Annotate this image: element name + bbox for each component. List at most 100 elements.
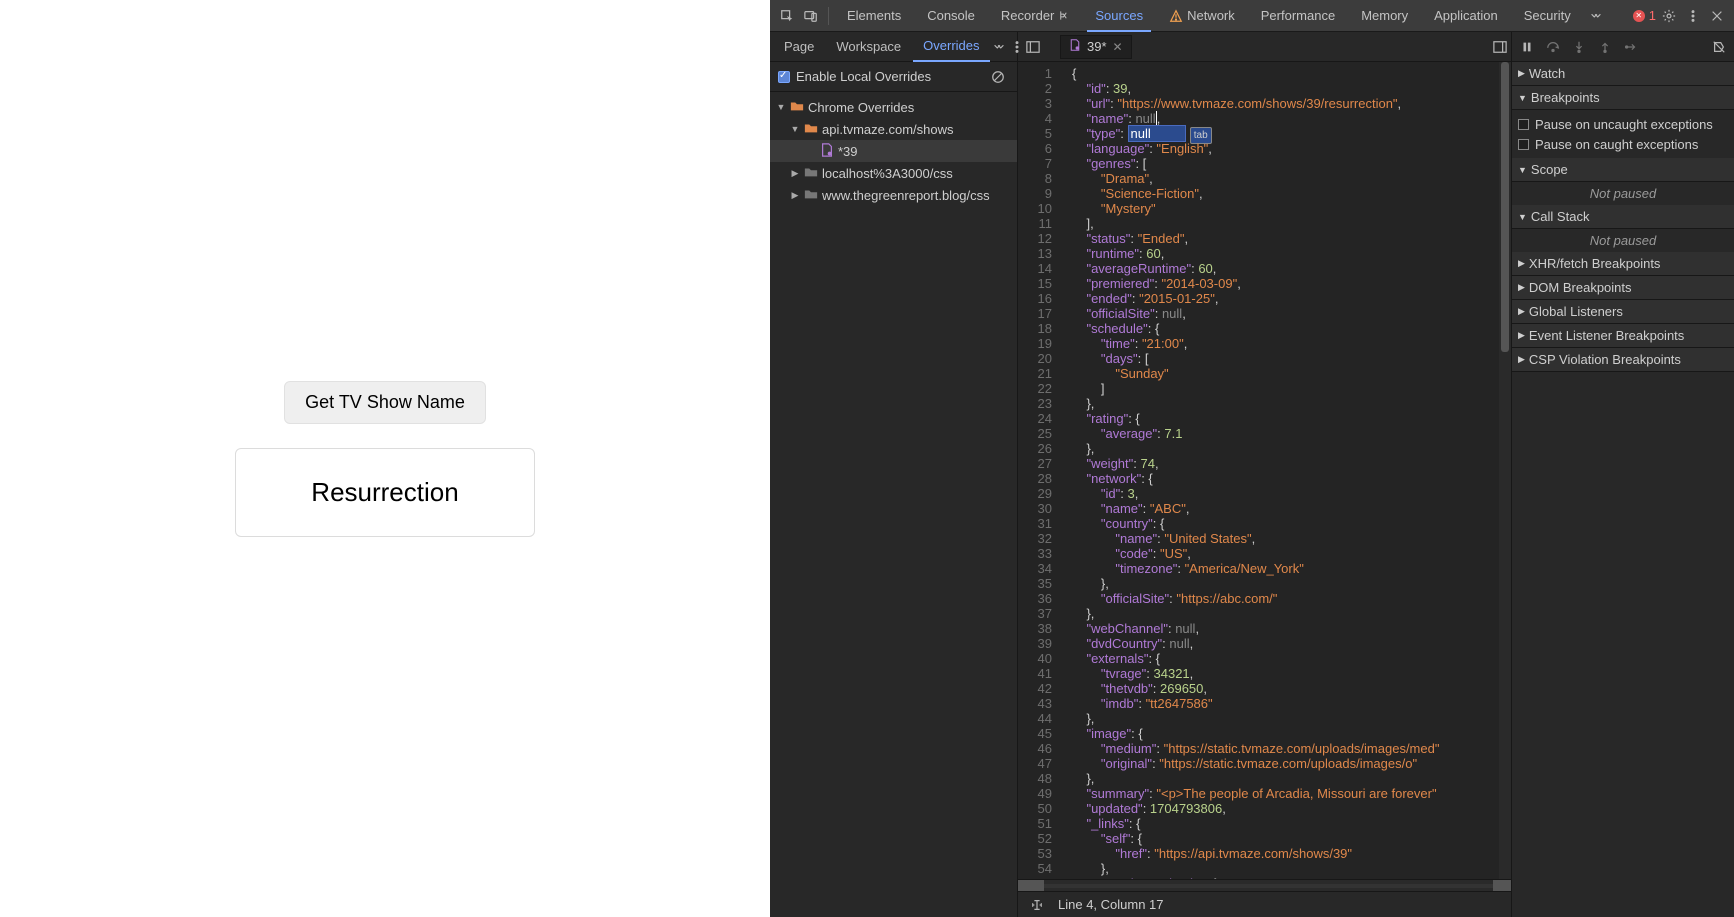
code-line: "tvrage": 34321, bbox=[1072, 666, 1439, 681]
code-line: "imdb": "tt2647586" bbox=[1072, 696, 1439, 711]
step-into-icon[interactable] bbox=[1568, 36, 1590, 58]
code-line: "language": "English", bbox=[1072, 141, 1439, 156]
section-watch[interactable]: ▶Watch bbox=[1512, 62, 1734, 86]
section-dom[interactable]: ▶DOM Breakpoints bbox=[1512, 276, 1734, 300]
code-line: "updated": 1704793806, bbox=[1072, 801, 1439, 816]
inspect-icon[interactable] bbox=[776, 5, 798, 27]
code-line: "status": "Ended", bbox=[1072, 231, 1439, 246]
section-event[interactable]: ▶Event Listener Breakpoints bbox=[1512, 324, 1734, 348]
pause-uncaught-checkbox-row[interactable]: Pause on uncaught exceptions bbox=[1518, 114, 1728, 134]
tree-localhost[interactable]: ▶ localhost%3A3000/css bbox=[770, 162, 1017, 184]
section-callstack[interactable]: ▼Call Stack bbox=[1512, 205, 1734, 229]
code-editor[interactable]: 1234567891011121314151617181920212223242… bbox=[1018, 62, 1511, 879]
enable-overrides-row: Enable Local Overrides bbox=[770, 62, 1017, 92]
tree-root[interactable]: ▼ Chrome Overrides bbox=[770, 96, 1017, 118]
code-line: "Mystery" bbox=[1072, 201, 1439, 216]
step-out-icon[interactable] bbox=[1594, 36, 1616, 58]
code-line: "network": { bbox=[1072, 471, 1439, 486]
code-line: "Science-Fiction", bbox=[1072, 186, 1439, 201]
close-devtools-icon[interactable] bbox=[1706, 5, 1728, 27]
code-line: "id": 39, bbox=[1072, 81, 1439, 96]
nav-tab-overrides[interactable]: Overrides bbox=[913, 32, 989, 62]
deactivate-breakpoints-icon[interactable] bbox=[1708, 36, 1730, 58]
get-show-button[interactable]: Get TV Show Name bbox=[284, 381, 486, 424]
debugger-pane: ▶Watch ▼Breakpoints Pause on uncaught ex… bbox=[1512, 32, 1734, 917]
code-line: "type": nulltab bbox=[1072, 126, 1439, 141]
code-line: "code": "US", bbox=[1072, 546, 1439, 561]
code-line: "url": "https://www.tvmaze.com/shows/39/… bbox=[1072, 96, 1439, 111]
code-line: "dvdCountry": null, bbox=[1072, 636, 1439, 651]
linecol-label: Line 4, Column 17 bbox=[1058, 897, 1164, 912]
section-global[interactable]: ▶Global Listeners bbox=[1512, 300, 1734, 324]
folder-icon bbox=[804, 187, 818, 204]
code-line: }, bbox=[1072, 576, 1439, 591]
step-over-icon[interactable] bbox=[1542, 36, 1564, 58]
section-breakpoints[interactable]: ▼Breakpoints bbox=[1512, 86, 1734, 110]
tab-network[interactable]: Network bbox=[1157, 0, 1247, 32]
pause-caught-checkbox[interactable] bbox=[1518, 139, 1529, 150]
horizontal-scrollbar[interactable] bbox=[1018, 879, 1511, 891]
enable-overrides-checkbox[interactable] bbox=[778, 71, 790, 83]
tree-domain-label: api.tvmaze.com/shows bbox=[822, 122, 954, 137]
code-line: "timezone": "America/New_York" bbox=[1072, 561, 1439, 576]
nav-tab-page[interactable]: Page bbox=[774, 32, 824, 62]
error-badge[interactable]: 1 bbox=[1633, 8, 1656, 23]
code-line: "officialSite": "https://abc.com/" bbox=[1072, 591, 1439, 606]
editor-tab-label: 39* bbox=[1087, 39, 1107, 54]
code-line: }, bbox=[1072, 861, 1439, 876]
close-tab-icon[interactable]: ✕ bbox=[1113, 40, 1123, 54]
app-pane: Get TV Show Name Resurrection bbox=[0, 0, 770, 917]
tree-domain[interactable]: ▼ api.tvmaze.com/shows bbox=[770, 118, 1017, 140]
code-line: "Drama", bbox=[1072, 171, 1439, 186]
tab-elements[interactable]: Elements bbox=[835, 0, 913, 32]
code-line: "schedule": { bbox=[1072, 321, 1439, 336]
pause-uncaught-checkbox[interactable] bbox=[1518, 119, 1529, 130]
code-line: }, bbox=[1072, 441, 1439, 456]
enable-overrides-label: Enable Local Overrides bbox=[796, 69, 931, 84]
section-scope[interactable]: ▼Scope bbox=[1512, 158, 1734, 182]
more-tabs-icon[interactable] bbox=[1585, 5, 1607, 27]
kebab-icon[interactable] bbox=[1682, 5, 1704, 27]
tab-application[interactable]: Application bbox=[1422, 0, 1510, 32]
devtools-toolbar: Elements Console Recorder Sources Networ… bbox=[770, 0, 1734, 32]
code-line: "self": { bbox=[1072, 831, 1439, 846]
tab-sources[interactable]: Sources bbox=[1083, 0, 1155, 32]
coverage-icon[interactable] bbox=[1026, 894, 1048, 916]
nav-more-tabs-icon[interactable] bbox=[992, 36, 1006, 58]
editor-statusbar: Line 4, Column 17 bbox=[1018, 891, 1511, 917]
nav-tab-workspace[interactable]: Workspace bbox=[826, 32, 911, 62]
code-line: "days": [ bbox=[1072, 351, 1439, 366]
pause-caught-checkbox-row[interactable]: Pause on caught exceptions bbox=[1518, 134, 1728, 154]
device-toggle-icon[interactable] bbox=[800, 5, 822, 27]
code-line: "runtime": 60, bbox=[1072, 246, 1439, 261]
tree-override-file[interactable]: *39 bbox=[770, 140, 1017, 162]
tab-recorder[interactable]: Recorder bbox=[989, 0, 1081, 32]
code-line: { bbox=[1072, 66, 1439, 81]
settings-icon[interactable] bbox=[1658, 5, 1680, 27]
tree-greenreport[interactable]: ▶ www.thegreenreport.blog/css bbox=[770, 184, 1017, 206]
code-line: "thetvdb": 269650, bbox=[1072, 681, 1439, 696]
clear-overrides-icon[interactable] bbox=[987, 66, 1009, 88]
code-line: "averageRuntime": 60, bbox=[1072, 261, 1439, 276]
toggle-navigator-icon[interactable] bbox=[1022, 36, 1044, 58]
tab-security[interactable]: Security bbox=[1512, 0, 1583, 32]
step-icon[interactable] bbox=[1620, 36, 1642, 58]
toggle-debugger-icon[interactable] bbox=[1489, 36, 1511, 58]
pause-resume-icon[interactable] bbox=[1516, 36, 1538, 58]
section-xhr[interactable]: ▶XHR/fetch Breakpoints bbox=[1512, 252, 1734, 276]
folder-icon bbox=[790, 99, 804, 116]
section-csp[interactable]: ▶CSP Violation Breakpoints bbox=[1512, 348, 1734, 372]
code-line: "webChannel": null, bbox=[1072, 621, 1439, 636]
tab-console[interactable]: Console bbox=[915, 0, 987, 32]
code-line: "id": 3, bbox=[1072, 486, 1439, 501]
vertical-scrollbar[interactable] bbox=[1499, 62, 1511, 879]
editor-tab[interactable]: 39* ✕ bbox=[1060, 35, 1132, 59]
code-line: "href": "https://api.tvmaze.com/shows/39… bbox=[1072, 846, 1439, 861]
tab-performance[interactable]: Performance bbox=[1249, 0, 1347, 32]
overrides-tree: ▼ Chrome Overrides ▼ api.tvmaze.com/show… bbox=[770, 92, 1017, 917]
editor-pane: 39* ✕ 1234567891011121314151617181920212… bbox=[1018, 32, 1512, 917]
code-line: "name": "United States", bbox=[1072, 531, 1439, 546]
tree-override-label: *39 bbox=[838, 144, 858, 159]
result-text: Resurrection bbox=[311, 477, 458, 507]
tab-memory[interactable]: Memory bbox=[1349, 0, 1420, 32]
